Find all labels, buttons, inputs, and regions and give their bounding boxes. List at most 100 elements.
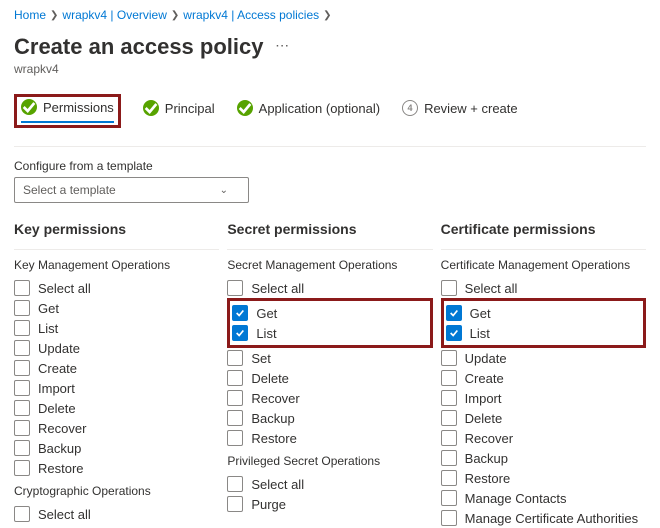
permission-item[interactable]: List [232,323,427,343]
permission-list: Select all Get List UpdateCreate Import Delet… [441,278,646,528]
checkbox[interactable] [441,410,457,426]
permission-label: Set [251,351,271,366]
step-label: Permissions [43,100,114,115]
permission-item[interactable]: Create [441,368,646,388]
check-icon [237,100,253,116]
check-icon [143,100,159,116]
checkbox[interactable] [14,300,30,316]
permission-item[interactable]: List [446,323,641,343]
permission-item[interactable]: Delete [14,398,219,418]
checkbox[interactable] [227,350,243,366]
permission-item[interactable]: Delete [441,408,646,428]
permission-item[interactable]: Restore [441,468,646,488]
permission-item[interactable]: Set [227,348,432,368]
permission-label: Recover [38,421,86,436]
permission-label: Update [38,341,80,356]
checkbox[interactable] [14,440,30,456]
chevron-right-icon: ❯ [323,10,331,21]
permission-item[interactable]: Recover [441,428,646,448]
checkbox[interactable] [441,280,457,296]
permission-item[interactable]: Backup [14,438,219,458]
checkbox[interactable] [14,506,30,522]
permission-label: Backup [38,441,81,456]
permission-label: List [38,321,58,336]
permission-item[interactable]: Manage Contacts [441,488,646,508]
more-actions-button[interactable]: ⋯ [275,37,289,54]
breadcrumb-link[interactable]: wrapkv4 | Overview [62,8,166,22]
checkbox[interactable] [14,380,30,396]
permission-item[interactable]: Get [446,303,641,323]
group-title: Privileged Secret Operations [227,454,432,468]
step-permissions[interactable]: Permissions [21,99,114,123]
checkbox[interactable] [441,430,457,446]
permission-item[interactable]: Import [441,388,646,408]
group-title: Secret Management Operations [227,258,432,272]
permission-item[interactable]: Update [14,338,219,358]
checkbox[interactable] [441,370,457,386]
column-title: Key permissions [14,221,219,237]
checkbox[interactable] [14,460,30,476]
permission-item[interactable]: Import [14,378,219,398]
checkbox[interactable] [446,325,462,341]
permission-label: Backup [465,451,508,466]
breadcrumb-link[interactable]: wrapkv4 | Access policies [183,8,319,22]
permission-item[interactable]: List [14,318,219,338]
permission-item[interactable]: Delete [227,368,432,388]
step-principal[interactable]: Principal [143,100,215,122]
permission-item[interactable]: Recover [14,418,219,438]
checkbox[interactable] [441,470,457,486]
permission-item[interactable]: Restore [227,428,432,448]
permission-item[interactable]: Create [14,358,219,378]
checkbox[interactable] [227,390,243,406]
step-application[interactable]: Application (optional) [237,100,380,122]
check-icon [21,99,37,115]
page-subtitle: wrapkv4 [14,62,646,76]
checkbox[interactable] [227,370,243,386]
permission-item[interactable]: Recover [227,388,432,408]
permission-label: Manage Certificate Authorities [465,511,638,526]
checkbox[interactable] [441,510,457,526]
checkbox[interactable] [227,410,243,426]
permission-label: Get [470,306,491,321]
step-review-create[interactable]: 4 Review + create [402,100,518,122]
template-select[interactable]: Select a template ⌄ [14,177,249,203]
checkbox[interactable] [232,325,248,341]
checkbox[interactable] [14,320,30,336]
checkbox[interactable] [441,450,457,466]
permission-label: Purge [251,497,286,512]
step-label: Review + create [424,101,518,116]
permission-label: Delete [251,371,289,386]
breadcrumb-link[interactable]: Home [14,8,46,22]
checkbox[interactable] [227,496,243,512]
checkbox[interactable] [14,360,30,376]
permission-item[interactable]: Select all [227,278,432,298]
checkbox[interactable] [14,420,30,436]
checkbox[interactable] [227,476,243,492]
permission-item[interactable]: Select all [14,278,219,298]
permission-item[interactable]: Get [232,303,427,323]
permission-item[interactable]: Select all [441,278,646,298]
permission-label: Create [38,361,77,376]
permission-item[interactable]: Restore [14,458,219,478]
checkbox[interactable] [14,280,30,296]
checkbox[interactable] [441,350,457,366]
permission-label: Select all [251,281,304,296]
checkbox[interactable] [227,280,243,296]
permission-label: Recover [251,391,299,406]
permission-label: Import [465,391,502,406]
permission-item[interactable]: Backup [227,408,432,428]
checkbox[interactable] [14,340,30,356]
checkbox[interactable] [446,305,462,321]
checkbox[interactable] [232,305,248,321]
permission-item[interactable]: Purge [227,494,432,514]
permission-item[interactable]: Select all [14,504,219,524]
permission-item[interactable]: Select all [227,474,432,494]
checkbox[interactable] [14,400,30,416]
checkbox[interactable] [441,390,457,406]
permission-item[interactable]: Manage Certificate Authorities [441,508,646,528]
permission-item[interactable]: Backup [441,448,646,468]
permission-item[interactable]: Update [441,348,646,368]
permission-column: Certificate permissionsCertificate Manag… [441,221,646,528]
permission-item[interactable]: Get [14,298,219,318]
checkbox[interactable] [227,430,243,446]
